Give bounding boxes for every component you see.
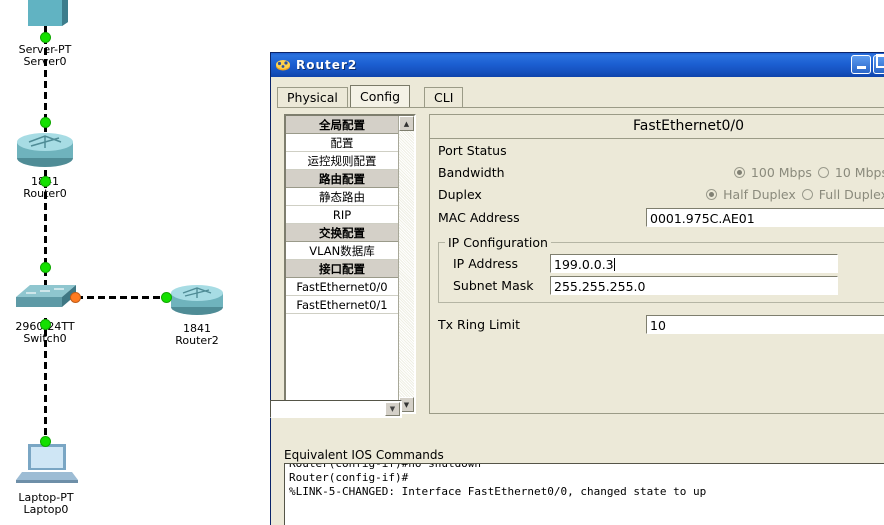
mac-address-row: MAC Address 0001.975C.AE01: [430, 205, 884, 229]
config-tree-scrollbar[interactable]: ▲ ▼: [398, 116, 414, 412]
tx-ring-limit-label: Tx Ring Limit: [438, 316, 520, 332]
config-panel: 全局配置 配置 运控规则配置 路由配置 静态路由 RIP 交换配置 VLAN数据…: [277, 108, 884, 428]
minimize-button[interactable]: [851, 55, 871, 74]
link-status-dot-router2: [161, 292, 172, 303]
tab-config[interactable]: Config: [350, 85, 411, 107]
ios-console[interactable]: Router(config-if)#no shutdown Router(con…: [284, 463, 884, 525]
tree-item-rip[interactable]: RIP: [286, 206, 398, 224]
duplex-label: Duplex: [438, 186, 482, 202]
tree-item-fastethernet0-1[interactable]: FastEthernet0/1: [286, 296, 398, 314]
ios-line: %LINK-5-CHANGED: Interface FastEthernet0…: [289, 485, 707, 498]
subnet-mask-label: Subnet Mask: [453, 277, 534, 293]
scroll-up-arrow-icon[interactable]: ▲: [399, 116, 414, 131]
port-status-row: Port Status On: [430, 139, 884, 161]
tab-label: Physical: [287, 89, 338, 105]
config-tree-list[interactable]: 全局配置 配置 运控规则配置 路由配置 静态路由 RIP 交换配置 VLAN数据…: [286, 116, 398, 412]
topology-canvas[interactable]: Server-PT Server0 1841 Router0: [0, 0, 270, 525]
router-icon: [17, 133, 73, 167]
interface-config-form: FastEthernet0/0 Port Status On Bandwidth: [429, 114, 884, 414]
equivalent-ios-commands-label: Equivalent IOS Commands: [284, 448, 444, 462]
tree-item-switching[interactable]: 交换配置: [286, 224, 398, 242]
text-cursor: [613, 257, 615, 271]
tree-item-vlan-database[interactable]: VLAN数据库: [286, 242, 398, 260]
device-laptop0[interactable]: Laptop-PT Laptop0: [8, 440, 84, 516]
device-name-label: Laptop0: [23, 503, 69, 516]
tree-item-algorithm-settings[interactable]: 运控规则配置: [286, 152, 398, 170]
bandwidth-10mbps-radio[interactable]: [817, 166, 829, 178]
maximize-button[interactable]: [873, 54, 884, 74]
device-name-label: Router2: [175, 334, 219, 347]
ip-address-input[interactable]: 199.0.0.3: [550, 253, 838, 273]
subnet-mask-row: Subnet Mask 255.255.255.0: [445, 274, 884, 296]
tab-label: CLI: [434, 89, 454, 105]
tree-item-routing[interactable]: 路由配置: [286, 170, 398, 188]
duplex-full-radio[interactable]: [801, 188, 813, 200]
device-router2[interactable]: 1841 Router2: [161, 277, 233, 347]
tabstrip: Physical Config CLI: [277, 85, 884, 108]
tree-item-global-config[interactable]: 全局配置: [286, 116, 398, 134]
device-name-label: Server0: [23, 55, 67, 68]
subnet-mask-input[interactable]: 255.255.255.0: [550, 275, 838, 295]
device-name-label: Router0: [23, 187, 67, 200]
duplex-half-label: Half Duplex: [723, 186, 796, 202]
link-status-dot-laptop0: [40, 436, 51, 447]
link-status-dot-server0: [40, 32, 51, 43]
window-body: Physical Config CLI 全局配置 配置 运控规则配置 路由配置: [271, 77, 884, 428]
bandwidth-100mbps-label: 100 Mbps: [750, 164, 812, 180]
mac-address-input[interactable]: 0001.975C.AE01: [646, 207, 884, 227]
ip-configuration-group: IP Configuration IP Address 199.0.0.3 Su…: [438, 235, 884, 303]
tab-label: Config: [360, 88, 401, 104]
bandwidth-10mbps-label: 10 Mbps: [834, 164, 884, 180]
tab-cli[interactable]: CLI: [424, 87, 464, 107]
config-tree[interactable]: 全局配置 配置 运控规则配置 路由配置 静态路由 RIP 交换配置 VLAN数据…: [284, 114, 416, 414]
ios-line: Router(config-if)#no shutdown: [289, 463, 482, 470]
link-status-dot-router0-up: [40, 117, 51, 128]
port-status-label: Port Status: [438, 142, 507, 158]
duplex-row: Duplex Half Duplex Full Duplex Auto: [430, 183, 884, 205]
bandwidth-label: Bandwidth: [438, 164, 505, 180]
ip-address-value: 199.0.0.3: [554, 256, 614, 272]
ip-address-row: IP Address 199.0.0.3: [445, 252, 884, 274]
link-status-dot-switch0-right: [70, 292, 81, 303]
ip-address-label: IP Address: [453, 255, 518, 271]
bandwidth-row: Bandwidth 100 Mbps 10 Mbps Auto: [430, 161, 884, 183]
device-switch0[interactable]: 2960-24TT Switch0: [6, 277, 84, 345]
equivalent-ios-commands-section: Equivalent IOS Commands Router(config-if…: [276, 448, 884, 525]
duplex-full-label: Full Duplex: [818, 186, 884, 202]
packet-tracer-device-icon: [275, 57, 291, 73]
link-status-dot-switch0-up: [40, 262, 51, 273]
tree-item-interface[interactable]: 接口配置: [286, 260, 398, 278]
chevron-down-icon[interactable]: ▼: [385, 402, 400, 416]
window-titlebar[interactable]: Router2: [271, 53, 884, 77]
device-name-label: Switch0: [23, 332, 67, 345]
window-title: Router2: [296, 58, 358, 72]
device-router0[interactable]: 1841 Router0: [9, 122, 81, 200]
link-status-dot-switch0-down: [40, 319, 51, 330]
tree-item-static-routing[interactable]: 静态路由: [286, 188, 398, 206]
bandwidth-100mbps-radio[interactable]: [733, 166, 745, 178]
link-status-dot-router0-down: [40, 176, 51, 187]
screen: Server-PT Server0 1841 Router0: [0, 0, 884, 525]
ios-line: Router(config-if)#: [289, 471, 409, 484]
duplex-half-radio[interactable]: [706, 188, 718, 200]
laptop-icon: [16, 444, 78, 483]
interface-title: FastEthernet0/0: [430, 115, 884, 139]
tx-ring-limit-input[interactable]: 10: [646, 314, 884, 334]
mac-address-label: MAC Address: [438, 209, 520, 225]
ip-configuration-legend: IP Configuration: [448, 235, 548, 250]
tx-ring-limit-row: Tx Ring Limit 10: [430, 311, 884, 337]
tree-item-settings[interactable]: 配置: [286, 134, 398, 152]
tree-bottom-dropdown[interactable]: ▼: [270, 400, 402, 418]
tree-item-fastethernet0-0[interactable]: FastEthernet0/0: [286, 278, 398, 296]
tab-physical[interactable]: Physical: [277, 87, 348, 107]
